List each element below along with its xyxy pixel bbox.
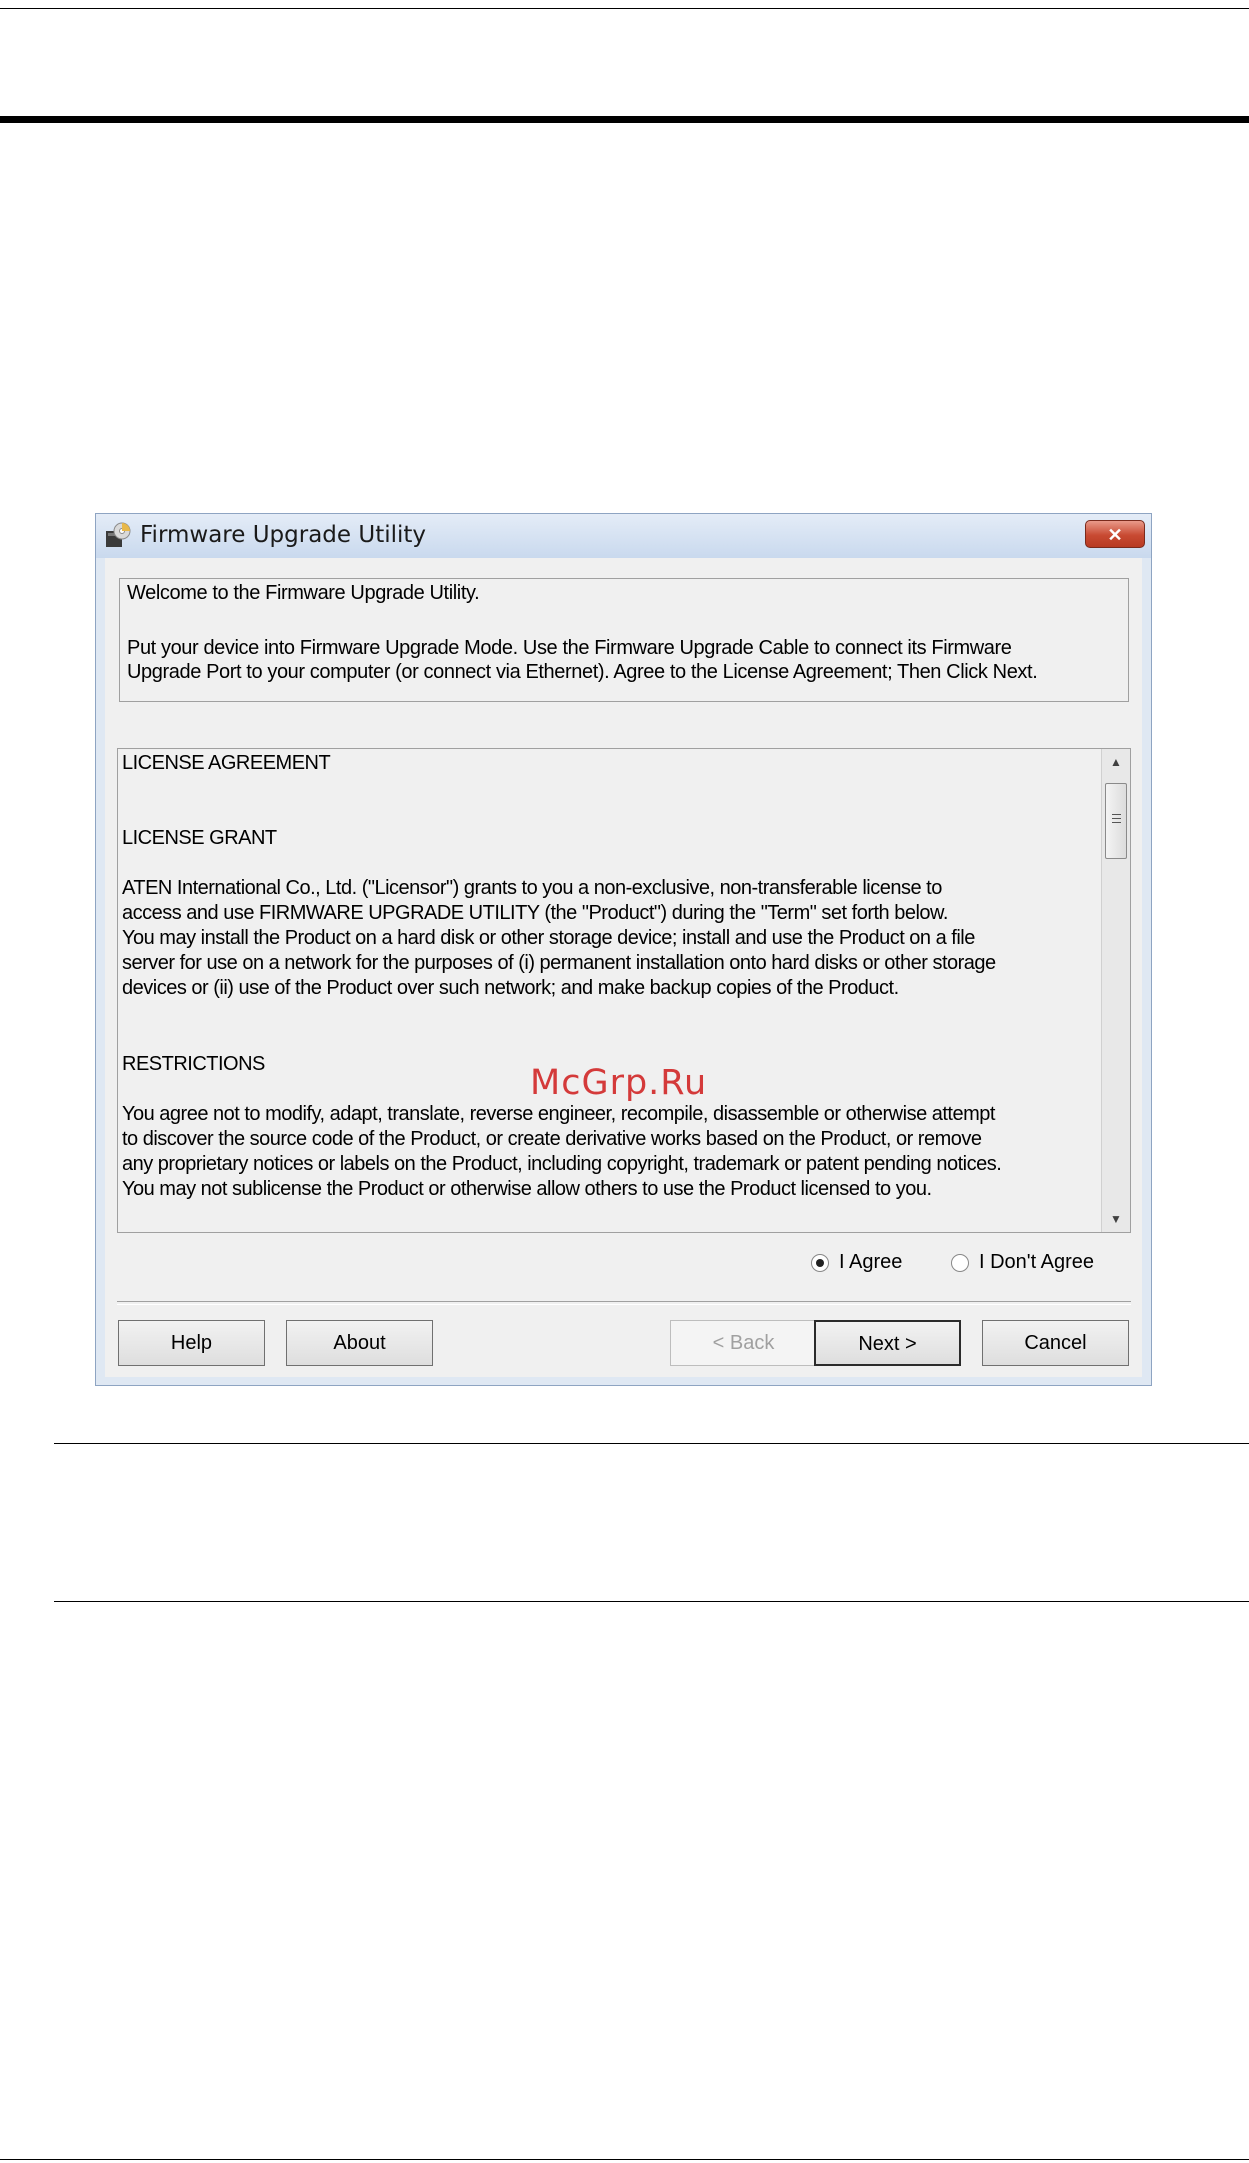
button-separator [117,1301,1131,1305]
window-title: Firmware Upgrade Utility [140,522,427,548]
section-rule-top [54,1443,1249,1444]
disagree-label: I Don't Agree [979,1251,1094,1273]
agree-label: I Agree [839,1251,903,1273]
close-button[interactable]: ✕ [1085,520,1145,548]
scroll-up-arrow-icon[interactable]: ▲ [1102,749,1130,775]
scroll-down-arrow-icon[interactable]: ▼ [1102,1206,1130,1232]
license-grant-text: ATEN International Co., Ltd. ("Licensor"… [122,877,996,999]
footer-rule [0,2159,1249,2160]
license-scrollbar[interactable]: ▲ ▼ [1101,749,1130,1232]
intro-welcome: Welcome to the Firmware Upgrade Utility. [127,582,480,604]
disagree-option[interactable]: I Don't Agree [951,1251,1094,1281]
top-rule [0,8,1249,9]
dialog-client-area: Welcome to the Firmware Upgrade Utility.… [105,558,1142,1377]
section-rule-bottom [54,1601,1249,1602]
firmware-disc-icon [106,522,131,547]
license-text-area[interactable]: LICENSE AGREEMENT LICENSE GRANT ATEN Int… [117,748,1131,1233]
firmware-upgrade-window: Firmware Upgrade Utility ✕ Welcome to th… [95,513,1152,1386]
title-bar[interactable]: Firmware Upgrade Utility ✕ [96,514,1151,558]
license-grant-heading: LICENSE GRANT [122,827,277,849]
watermark: McGrp.Ru [530,1063,708,1103]
intro-panel: Welcome to the Firmware Upgrade Utility.… [119,578,1129,702]
about-button[interactable]: About [286,1320,433,1366]
intro-instruction-2: Upgrade Port to your computer (or connec… [127,661,1038,683]
restrictions-text: You agree not to modify, adapt, translat… [122,1103,1002,1200]
next-button[interactable]: Next > [814,1320,961,1366]
intro-instruction-1: Put your device into Firmware Upgrade Mo… [127,637,1012,659]
header-rule [0,116,1249,123]
help-button[interactable]: Help [118,1320,265,1366]
cancel-button[interactable]: Cancel [982,1320,1129,1366]
back-button[interactable]: < Back [670,1320,817,1366]
agree-option[interactable]: I Agree [811,1251,902,1281]
scroll-thumb[interactable] [1105,783,1127,859]
disagree-radio[interactable] [951,1253,969,1272]
restrictions-heading: RESTRICTIONS [122,1053,265,1075]
agree-radio[interactable] [811,1253,829,1272]
license-heading: LICENSE AGREEMENT [122,752,331,774]
